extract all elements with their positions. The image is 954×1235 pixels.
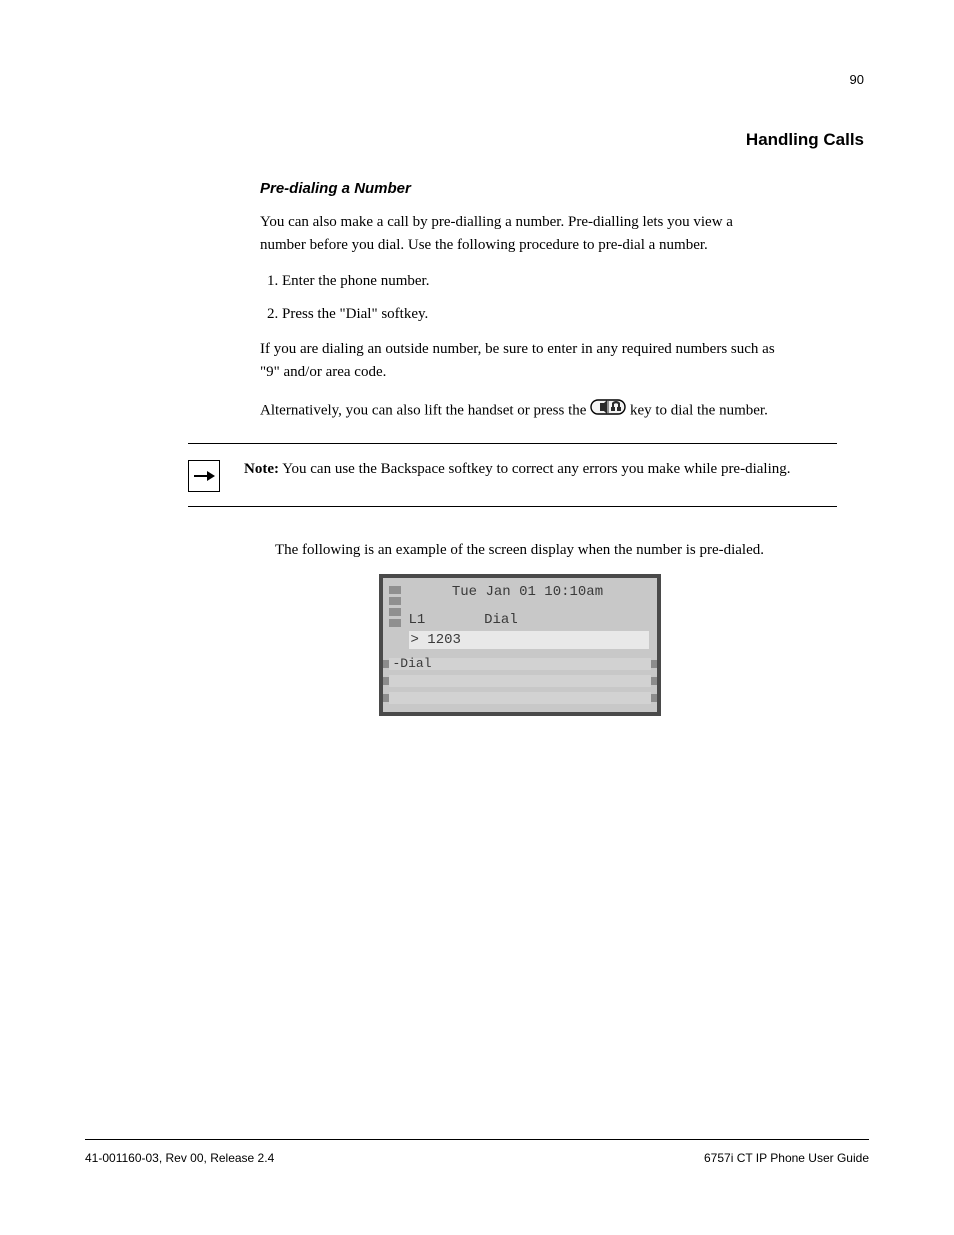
speaker-headset-key-icon (590, 397, 626, 425)
sub-heading: Pre-dialing a Number (260, 180, 779, 197)
screen-input: > 1203 (409, 631, 649, 649)
footer-right: 6757i CT IP Phone User Guide (704, 1151, 869, 1165)
softkey-row (383, 691, 657, 705)
page-number: 90 (850, 72, 864, 87)
step-item: Press the "Dial" softkey. (282, 303, 779, 326)
phone-screen-wrap: Tue Jan 01 10:10am L1 Dial > 1203 -Dial (260, 574, 779, 716)
status-icon (389, 608, 401, 616)
softkey-row: -Dial (383, 657, 657, 671)
body-column: Pre-dialing a Number You can also make a… (260, 180, 779, 766)
softkey-nub-icon (651, 660, 657, 668)
footer-left: 41-001160-03, Rev 00, Release 2.4 (85, 1151, 274, 1165)
screen-line-row: L1 Dial (383, 612, 657, 630)
alt-dial-prefix: Alternatively, you can also lift the han… (260, 402, 590, 418)
softkey-area: -Dial (383, 657, 657, 705)
line-status: Dial (484, 612, 518, 628)
footer: 41-001160-03, Rev 00, Release 2.4 6757i … (85, 1151, 869, 1165)
footer-rule (85, 1139, 869, 1140)
softkey-row (383, 674, 657, 688)
note-block: Note: You can use the Backspace softkey … (188, 443, 837, 507)
alt-dial-suffix: key to dial the number. (630, 402, 768, 418)
screen-spacer (383, 602, 657, 612)
softkey-nub-icon (651, 677, 657, 685)
step-item: Enter the phone number. (282, 270, 779, 293)
note-text: Note: You can use the Backspace softkey … (244, 458, 791, 481)
softkey-nub-icon (651, 694, 657, 702)
softkey-label-1: -Dial (389, 658, 651, 670)
status-icon (389, 586, 401, 594)
status-icon (389, 597, 401, 605)
page: 90 Handling Calls Pre-dialing a Number Y… (0, 0, 954, 1235)
note-body: You can use the Backspace softkey to cor… (282, 461, 790, 477)
status-icon (389, 619, 401, 627)
note-label: Note: (244, 461, 279, 477)
dial-note-paragraph: If you are dialing an outside number, be… (260, 338, 779, 385)
intro-paragraph: You can also make a call by pre-dialling… (260, 211, 779, 258)
line-label: L1 (409, 612, 426, 628)
screen-caption: The following is an example of the scree… (260, 539, 779, 562)
step-list: Enter the phone number. Press the "Dial"… (260, 270, 779, 327)
softkey-label-2 (389, 675, 651, 687)
phone-screen: Tue Jan 01 10:10am L1 Dial > 1203 -Dial (379, 574, 661, 716)
alt-dial-paragraph: Alternatively, you can also lift the han… (260, 397, 779, 425)
softkey-label-3 (389, 692, 651, 704)
section-heading: Handling Calls (746, 130, 864, 150)
note-arrow-icon (188, 460, 220, 492)
status-icon-column (389, 586, 401, 627)
screen-datetime: Tue Jan 01 10:10am (383, 584, 657, 602)
